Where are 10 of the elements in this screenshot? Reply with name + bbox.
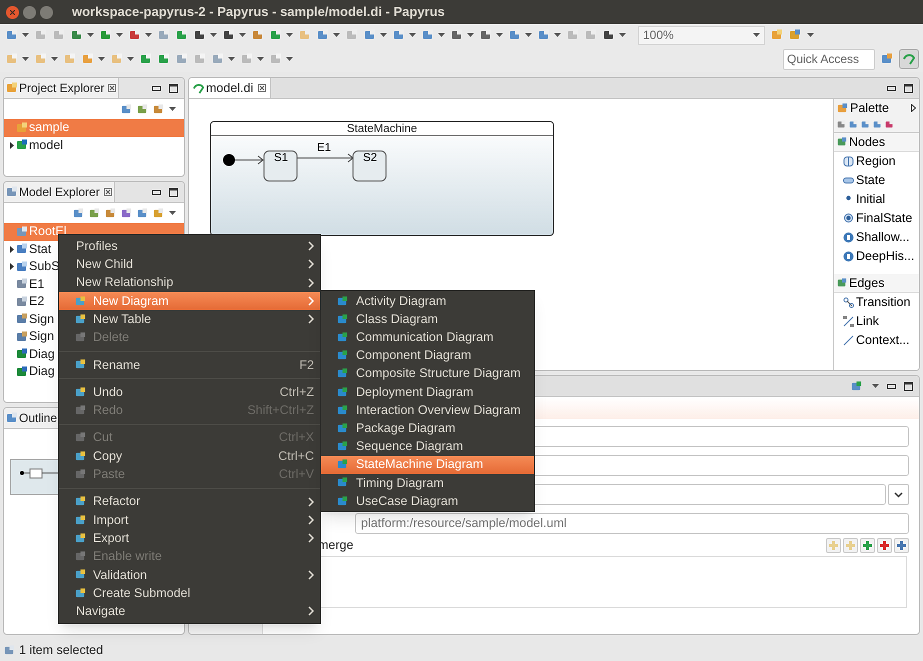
transition-label: E1 [317, 142, 332, 155]
state-label: S2 [363, 151, 378, 166]
shortcut-label: Ctrl+C [278, 448, 314, 465]
palette-title: Palette [850, 100, 889, 117]
window-title: workspace-papyrus-2 - Papyrus - sample/model.di - Papyrus [72, 3, 445, 22]
state-label: S1 [274, 151, 288, 166]
shortcut-label: Ctrl+Z [280, 384, 314, 401]
status-text: 1 item selected [19, 642, 104, 659]
frame-title: StateMachine [211, 122, 553, 136]
shortcut-label: F2 [299, 356, 314, 374]
